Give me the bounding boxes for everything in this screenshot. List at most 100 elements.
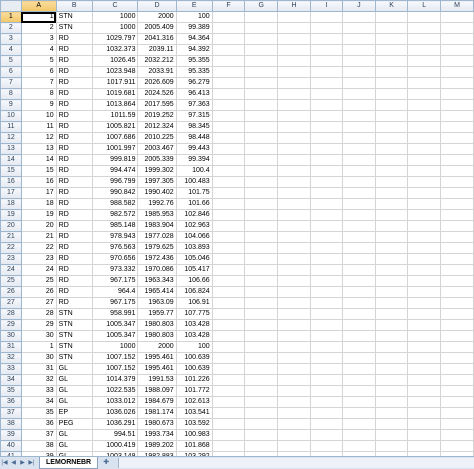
cell[interactable] — [309, 396, 344, 408]
cell[interactable]: 1963.09 — [137, 297, 177, 309]
cell[interactable] — [407, 264, 441, 276]
sheet-tab[interactable]: LEMORNEBR — [39, 457, 99, 469]
cell[interactable] — [244, 198, 279, 210]
cell[interactable] — [374, 407, 409, 419]
cell[interactable]: GL — [55, 363, 93, 375]
cell[interactable]: 1005.347 — [91, 319, 139, 331]
cell[interactable]: 1984.679 — [137, 396, 177, 408]
insert-sheet-icon[interactable]: ✚ — [100, 458, 112, 468]
cell[interactable]: 106.824 — [175, 286, 213, 298]
cell[interactable]: 34 — [20, 396, 57, 408]
cell[interactable]: 28 — [20, 308, 57, 320]
cell[interactable] — [374, 198, 409, 210]
cell[interactable]: 1 — [20, 341, 57, 353]
cell[interactable] — [374, 297, 409, 309]
cell[interactable] — [244, 407, 279, 419]
row-header[interactable]: 38 — [0, 418, 22, 430]
cell[interactable]: 1000 — [91, 11, 139, 23]
cell[interactable] — [309, 330, 344, 342]
cell[interactable]: 1011.59 — [91, 110, 139, 122]
cell[interactable] — [211, 66, 246, 78]
cell[interactable]: 1023.948 — [91, 66, 139, 78]
cell[interactable] — [407, 374, 441, 386]
cell[interactable] — [439, 231, 474, 243]
cell[interactable] — [439, 253, 474, 265]
cell[interactable] — [342, 77, 376, 89]
cell[interactable] — [277, 418, 311, 430]
cell[interactable]: 105.417 — [175, 264, 213, 276]
column-header[interactable]: F — [211, 0, 246, 12]
cell[interactable]: 103.428 — [175, 330, 213, 342]
cell[interactable] — [407, 407, 441, 419]
cell[interactable]: 1007.152 — [91, 352, 139, 364]
cell[interactable] — [439, 33, 474, 45]
cell[interactable]: 1032.373 — [91, 44, 139, 56]
cell[interactable]: 8 — [20, 88, 57, 100]
cell[interactable] — [244, 22, 279, 34]
cell[interactable]: 98.448 — [175, 132, 213, 144]
cell[interactable] — [439, 154, 474, 166]
cell[interactable] — [244, 220, 279, 232]
cell[interactable]: 2017.595 — [137, 99, 177, 111]
cell[interactable]: 22 — [20, 242, 57, 254]
cell[interactable]: 999.819 — [91, 154, 139, 166]
cell[interactable] — [277, 286, 311, 298]
cell[interactable] — [211, 11, 246, 23]
cell[interactable] — [244, 154, 279, 166]
cell[interactable] — [309, 264, 344, 276]
cell[interactable]: 1997.305 — [137, 176, 177, 188]
cell[interactable]: 2033.91 — [137, 66, 177, 78]
cell[interactable] — [407, 396, 441, 408]
cell[interactable]: EP — [55, 407, 93, 419]
cell[interactable] — [277, 44, 311, 56]
cell[interactable]: RD — [55, 209, 93, 221]
cell[interactable] — [374, 187, 409, 199]
cell[interactable] — [244, 187, 279, 199]
cell[interactable]: 5 — [20, 55, 57, 67]
row-header[interactable]: 31 — [0, 341, 22, 353]
cell[interactable] — [211, 231, 246, 243]
cell[interactable]: 15 — [20, 165, 57, 177]
cell[interactable]: 2000 — [137, 341, 177, 353]
cell[interactable] — [309, 374, 344, 386]
cell[interactable] — [277, 22, 311, 34]
cell[interactable]: STN — [55, 308, 93, 320]
cell[interactable] — [309, 363, 344, 375]
cell[interactable] — [407, 297, 441, 309]
cell[interactable]: 973.332 — [91, 264, 139, 276]
cell[interactable] — [374, 286, 409, 298]
cell[interactable]: 2003.467 — [137, 143, 177, 155]
row-header[interactable]: 28 — [0, 308, 22, 320]
cell[interactable] — [439, 209, 474, 221]
cell[interactable] — [277, 187, 311, 199]
cell[interactable] — [277, 55, 311, 67]
cell[interactable]: 1014.379 — [91, 374, 139, 386]
last-sheet-icon[interactable]: ▶| — [27, 458, 36, 468]
row-header[interactable]: 19 — [0, 209, 22, 221]
cell[interactable] — [309, 407, 344, 419]
cell[interactable]: 1972.436 — [137, 253, 177, 265]
cell[interactable] — [374, 264, 409, 276]
cell[interactable]: 1007.686 — [91, 132, 139, 144]
cell[interactable] — [277, 198, 311, 210]
cell[interactable] — [309, 440, 344, 452]
cell[interactable] — [244, 110, 279, 122]
cell[interactable]: RD — [55, 220, 93, 232]
row-header[interactable]: 32 — [0, 352, 22, 364]
cell[interactable] — [309, 22, 344, 34]
column-header[interactable]: J — [342, 0, 376, 12]
row-header[interactable]: 34 — [0, 374, 22, 386]
cell[interactable] — [244, 99, 279, 111]
row-header[interactable]: 25 — [0, 275, 22, 287]
cell[interactable]: 35 — [20, 407, 57, 419]
cell[interactable]: 101.772 — [175, 385, 213, 397]
cell[interactable] — [439, 121, 474, 133]
cell[interactable] — [211, 308, 246, 320]
cell[interactable] — [309, 286, 344, 298]
cell[interactable] — [309, 429, 344, 441]
column-header[interactable]: D — [137, 0, 177, 12]
cell[interactable] — [407, 253, 441, 265]
cell[interactable] — [374, 341, 409, 353]
cell[interactable]: 16 — [20, 176, 57, 188]
cell[interactable]: 17 — [20, 187, 57, 199]
